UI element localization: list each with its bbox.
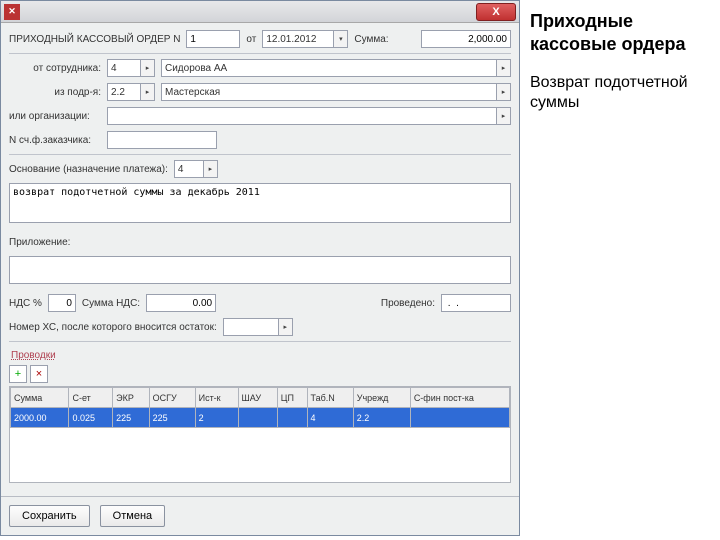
vat-pct-input[interactable] — [48, 294, 76, 312]
basis-text[interactable]: возврат подотчетной суммы за декабрь 201… — [9, 183, 511, 223]
vat-pct-label: НДС % — [9, 298, 42, 309]
basis-code-combo[interactable]: 4▸ — [174, 160, 218, 178]
close-button[interactable]: X — [476, 3, 516, 21]
sum-input[interactable] — [421, 30, 511, 48]
org-combo[interactable]: ▸ — [107, 107, 511, 125]
dept-name-combo[interactable]: Мастерская▸ — [161, 83, 511, 101]
app-icon: ✕ — [4, 4, 20, 20]
add-row-button[interactable]: + — [9, 365, 27, 383]
xc-combo[interactable]: ▸ — [223, 318, 293, 336]
grid-header-row: Сумма С-ет ЭКР ОСГУ Ист-к ШАУ ЦП Таб.N У… — [11, 388, 510, 408]
chevron-down-icon: ▸ — [496, 84, 510, 100]
entries-grid[interactable]: Сумма С-ет ЭКР ОСГУ Ист-к ШАУ ЦП Таб.N У… — [9, 386, 511, 483]
side-paragraph: Возврат подотчетной суммы — [530, 73, 710, 113]
dept-code-combo[interactable]: 2.2▸ — [107, 83, 155, 101]
order-window: ✕ X ПРИХОДНЫЙ КАССОВЫЙ ОРДЕР N от 12.01.… — [0, 0, 520, 536]
chevron-down-icon: ▸ — [496, 60, 510, 76]
tab-entries[interactable]: Проводки — [9, 346, 511, 363]
header-row: ПРИХОДНЫЙ КАССОВЫЙ ОРДЕР N от 12.01.2012… — [9, 29, 511, 49]
chevron-down-icon: ▸ — [140, 84, 154, 100]
basis-label: Основание (назначение платежа): — [9, 164, 168, 175]
posted-input[interactable] — [441, 294, 511, 312]
from-employee-label: от сотрудника: — [9, 63, 101, 74]
side-heading: Приходные кассовые ордера — [530, 10, 710, 55]
attachment-text[interactable] — [9, 256, 511, 284]
employee-code-combo[interactable]: 4▸ — [107, 59, 155, 77]
org-label: или организации: — [9, 111, 101, 122]
save-button[interactable]: Сохранить — [9, 505, 90, 527]
posted-label: Проведено: — [381, 298, 435, 309]
xc-label: Номер ХС, после которого вносится остато… — [9, 322, 217, 333]
date-label: от — [246, 34, 256, 45]
sum-label: Сумма: — [354, 34, 388, 45]
vat-sum-input[interactable] — [146, 294, 216, 312]
chevron-down-icon: ▸ — [203, 161, 217, 177]
customer-invoice-label: N сч.ф.заказчика: — [9, 135, 101, 146]
attachment-label: Приложение: — [9, 237, 70, 248]
form-area: ПРИХОДНЫЙ КАССОВЫЙ ОРДЕР N от 12.01.2012… — [1, 23, 519, 496]
employee-name-combo[interactable]: Сидорова АА▸ — [161, 59, 511, 77]
cancel-button[interactable]: Отмена — [100, 505, 165, 527]
from-dept-label: из подр-я: — [9, 87, 101, 98]
chevron-down-icon: ▸ — [278, 319, 292, 335]
chevron-down-icon: ▸ — [140, 60, 154, 76]
side-description: Приходные кассовые ордера Возврат подотч… — [520, 0, 720, 540]
titlebar: ✕ X — [1, 1, 519, 23]
chevron-down-icon: ▸ — [496, 108, 510, 124]
chevron-down-icon: ▾ — [333, 31, 347, 47]
grid-toolbar: + × — [9, 363, 511, 386]
date-combo[interactable]: 12.01.2012▾ — [262, 30, 348, 48]
order-title: ПРИХОДНЫЙ КАССОВЫЙ ОРДЕР N — [9, 34, 180, 45]
button-bar: Сохранить Отмена — [1, 496, 519, 535]
vat-sum-label: Сумма НДС: — [82, 298, 140, 309]
delete-row-button[interactable]: × — [30, 365, 48, 383]
order-number-input[interactable] — [186, 30, 240, 48]
grid-row[interactable]: 2000.00 0.025 225 225 2 4 2.2 — [11, 408, 510, 428]
customer-invoice-input[interactable] — [107, 131, 217, 149]
